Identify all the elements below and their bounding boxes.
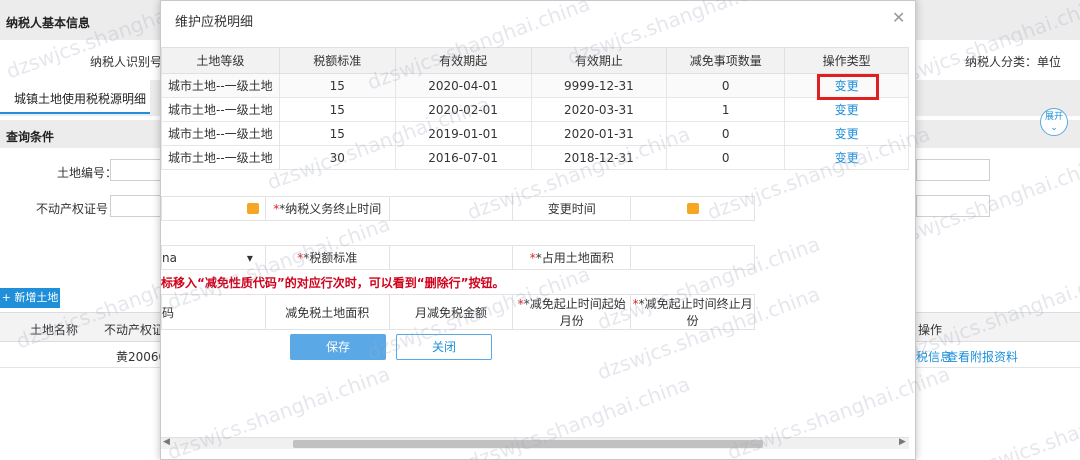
- add-land-button[interactable]: + 新增土地: [0, 288, 60, 308]
- table-row[interactable]: 城市土地--一级土地 15 2020-04-01 9999-12-31 0 变更: [161, 73, 909, 98]
- query-title: 查询条件: [6, 130, 55, 144]
- relief-col-start-month: **减免起止时间起始月份: [512, 294, 632, 330]
- dialog-title: 维护应税明细: [175, 15, 254, 30]
- scroll-right-icon[interactable]: ▶: [899, 437, 906, 447]
- save-button[interactable]: 保存: [290, 334, 386, 360]
- cell-start: 2019-01-01: [394, 121, 532, 146]
- change-link[interactable]: 变更: [835, 151, 859, 165]
- scrollbar-thumb[interactable]: [293, 440, 763, 448]
- change-link[interactable]: 变更: [835, 103, 859, 117]
- relief-col-end-month: **减免起止时间终止月份: [630, 294, 755, 330]
- relief-col-code: 码: [161, 294, 266, 330]
- cell-start: 2020-04-01: [394, 73, 532, 98]
- cell-grade: 城市土地--一级土地: [161, 97, 280, 122]
- cell-grade: 城市土地--一级土地: [161, 121, 280, 146]
- cell-standard: 15: [278, 73, 396, 98]
- calendar-icon[interactable]: [686, 202, 699, 214]
- close-icon[interactable]: ✕: [892, 8, 905, 27]
- cell-op: 变更: [784, 73, 909, 98]
- scroll-left-icon[interactable]: ◀: [163, 437, 170, 447]
- col-tax-standard: 税额标准: [278, 47, 396, 74]
- property-cert-label: 不动产权证号：: [36, 202, 121, 216]
- cell-grade: 城市土地--一级土地: [161, 145, 280, 170]
- land-no-input[interactable]: [110, 159, 162, 181]
- taxpayer-type: 纳税人分类：单位: [965, 55, 1062, 69]
- tax-detail-table: 土地等级 税额标准 有效期起 有效期止 减免事项数量 操作类型 城市土地--一级…: [161, 47, 909, 170]
- calendar-icon[interactable]: [246, 202, 259, 214]
- maintain-tax-detail-dialog: 维护应税明细 ✕ 土地等级 税额标准 有效期起 有效期止 减免事项数量 操作类型…: [160, 0, 953, 460]
- cell-start: 2020-02-01: [394, 97, 532, 122]
- relief-table-header: 码 减免税土地面积 月减免税金额 **减免起止时间起始月份 **减免起止时间终止…: [161, 294, 755, 330]
- cell-count: 0: [666, 73, 786, 98]
- change-link[interactable]: 变更: [835, 127, 859, 141]
- cell-standard: 15: [278, 121, 396, 146]
- col-start-date: 有效期起: [394, 47, 532, 74]
- change-time-input[interactable]: [630, 196, 755, 221]
- tax-end-label: **纳税义务终止时间: [264, 196, 390, 221]
- cell-grade: 城市土地--一级土地: [161, 73, 280, 98]
- col-end-date: 有效期止: [530, 47, 668, 74]
- view-attachments-link[interactable]: 查看附报资料: [946, 348, 1018, 365]
- form-row-standard: na ▾ **税额标准 **占用土地面积: [161, 245, 755, 270]
- col-operation-type: 操作类型: [784, 47, 909, 74]
- land-area-input[interactable]: [630, 245, 755, 270]
- grid-header-cert: 不动产权证: [104, 323, 165, 337]
- tab-label: 城镇土地使用税税源明细: [14, 92, 147, 106]
- table-row[interactable]: 城市土地--一级土地 15 2020-02-01 2020-03-31 1 变更: [161, 97, 909, 122]
- tax-end-input[interactable]: [388, 196, 514, 221]
- cell-end: 2020-01-31: [530, 121, 668, 146]
- date-field[interactable]: [161, 196, 266, 221]
- cell-end: 2020-03-31: [530, 97, 668, 122]
- tax-standard-input[interactable]: [388, 245, 514, 270]
- change-time-label: 变更时间: [512, 196, 632, 221]
- land-area-label: **占用土地面积: [512, 245, 632, 270]
- cell-count: 0: [666, 121, 786, 146]
- expand-button[interactable]: 展开 ⌄: [1040, 108, 1068, 136]
- change-link[interactable]: 变更: [835, 79, 859, 93]
- form-row-dates: **纳税义务终止时间 变更时间: [161, 196, 755, 221]
- land-no-label: 土地编号：: [57, 166, 118, 180]
- relief-col-amount: 月减免税金额: [388, 294, 514, 330]
- warning-text: 标移入“减免性质代码”的对应行次时，可以看到“删除行”按钮。: [161, 276, 505, 290]
- section-title: 纳税人基本信息: [6, 16, 91, 30]
- property-cert-input-right[interactable]: [916, 195, 990, 217]
- grade-dropdown[interactable]: na ▾: [161, 245, 266, 270]
- tax-standard-label: **税额标准: [264, 245, 390, 270]
- col-relief-count: 减免事项数量: [666, 47, 786, 74]
- cell-op: 变更: [784, 145, 909, 170]
- tab-land-use-tax[interactable]: 城镇土地使用税税源明细: [0, 80, 150, 114]
- horizontal-scrollbar[interactable]: ◀ ▶: [161, 437, 909, 449]
- property-cert-input[interactable]: [110, 195, 162, 217]
- grid-header-land-name: 土地名称: [30, 323, 79, 337]
- dropdown-arrow-icon: ▾: [246, 250, 253, 265]
- cell-op: 变更: [784, 121, 909, 146]
- relief-col-area: 减免税土地面积: [264, 294, 390, 330]
- cell-count: 0: [666, 145, 786, 170]
- cell-end: 2018-12-31: [530, 145, 668, 170]
- cell-end: 9999-12-31: [530, 73, 668, 98]
- cell-op: 变更: [784, 97, 909, 122]
- col-land-grade: 土地等级: [161, 47, 280, 74]
- cell-standard: 30: [278, 145, 396, 170]
- land-no-input-right[interactable]: [916, 159, 990, 181]
- cell-start: 2016-07-01: [394, 145, 532, 170]
- table-row[interactable]: 城市土地--一级土地 15 2019-01-01 2020-01-31 0 变更: [161, 121, 909, 146]
- cell-standard: 15: [278, 97, 396, 122]
- close-button[interactable]: 关闭: [396, 334, 492, 360]
- cell-count: 1: [666, 97, 786, 122]
- table-row[interactable]: 城市土地--一级土地 30 2016-07-01 2018-12-31 0 变更: [161, 145, 909, 170]
- grid-header-op: 操作: [918, 323, 943, 337]
